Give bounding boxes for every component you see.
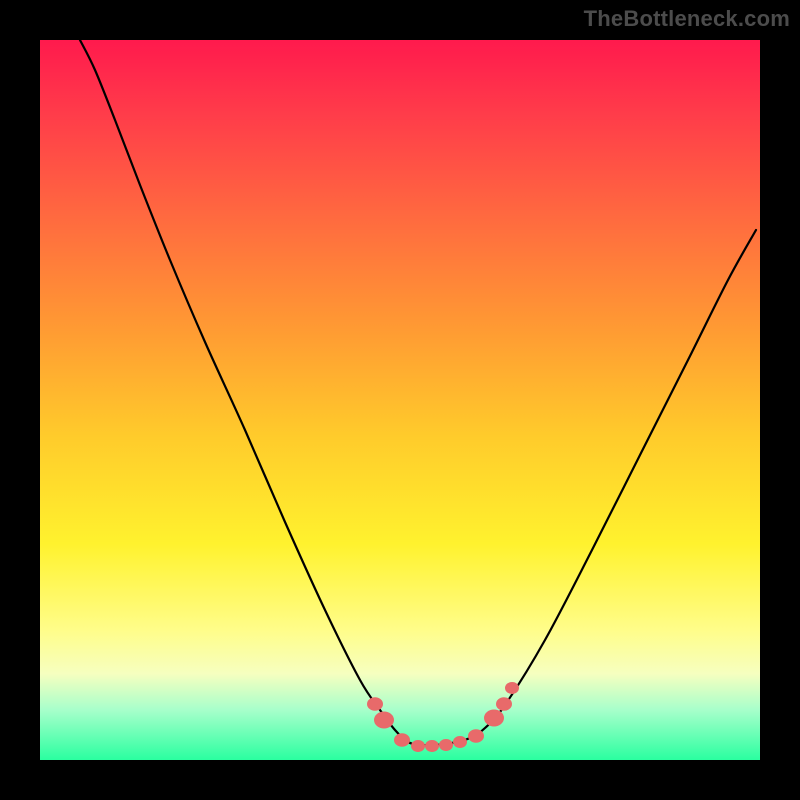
bead-5 — [425, 740, 439, 752]
chart-svg — [40, 40, 760, 760]
curve-layer — [80, 40, 756, 745]
bead-2 — [374, 712, 394, 729]
curve-markers — [367, 682, 519, 752]
bead-9 — [484, 710, 504, 727]
bead-11 — [505, 682, 519, 694]
bottleneck-curve — [80, 40, 756, 745]
bead-3 — [394, 733, 410, 747]
bead-4 — [411, 740, 425, 752]
bead-10 — [496, 697, 512, 711]
bead-7 — [453, 736, 467, 748]
bead-8 — [468, 729, 484, 743]
bead-1 — [367, 697, 383, 711]
chart-plot-area — [40, 40, 760, 760]
chart-frame: TheBottleneck.com — [0, 0, 800, 800]
bead-6 — [439, 739, 453, 751]
watermark-text: TheBottleneck.com — [584, 6, 790, 32]
